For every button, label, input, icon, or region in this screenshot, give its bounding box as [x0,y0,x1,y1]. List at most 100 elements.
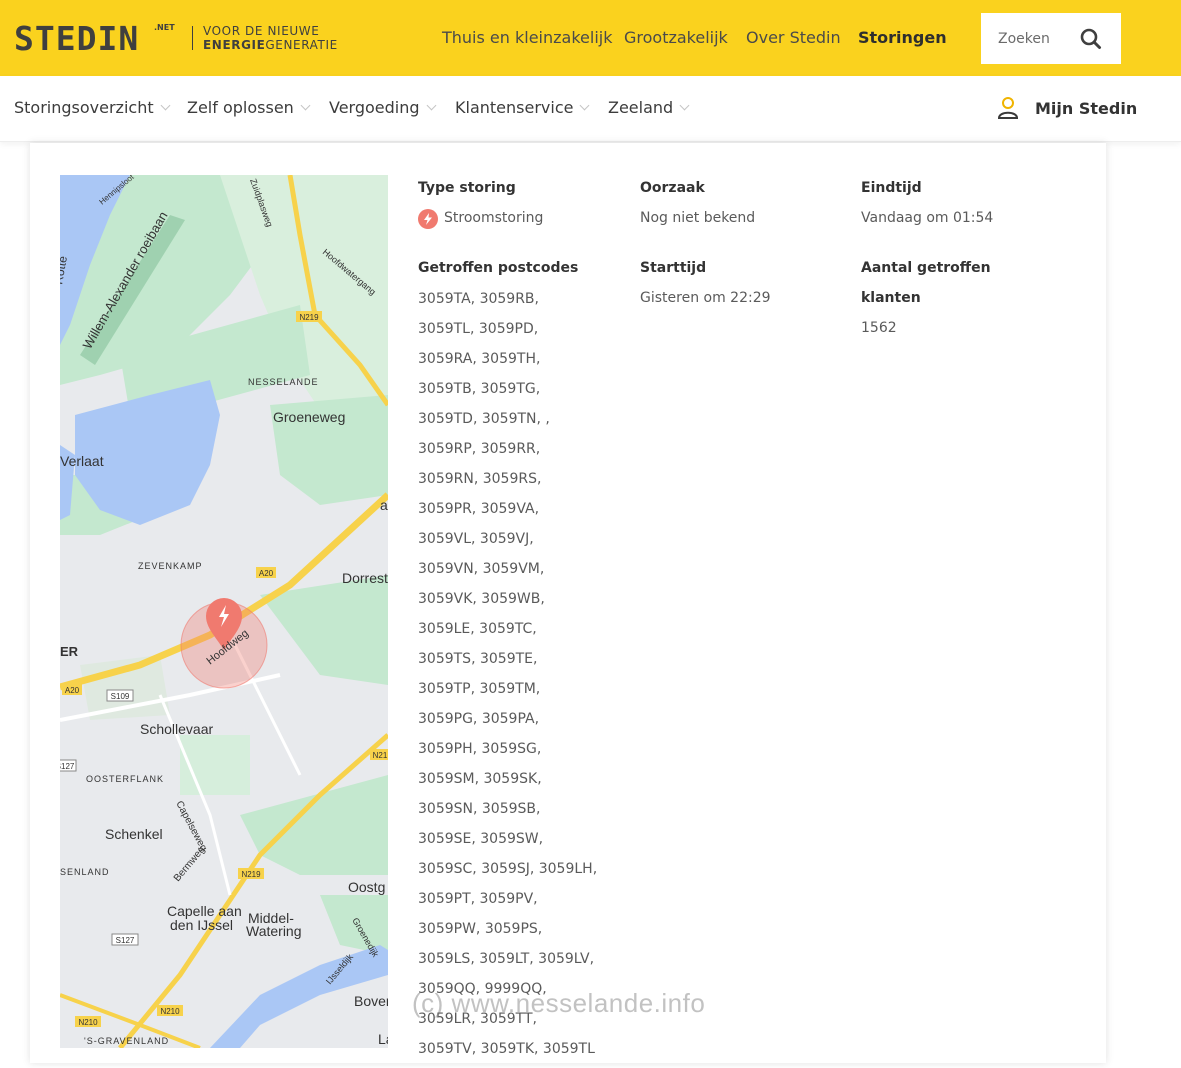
logo-divider [192,26,193,50]
top-bar: STEDIN .NET VOOR DE NIEUWE ENERGIEGENERA… [0,0,1181,76]
postcode-line: 3059VN, 3059VM, [418,561,545,577]
postcode-line: 3059TA, 3059RB, [418,291,539,307]
map-label-la: La [378,1031,388,1047]
subnav-label: Vergoeding [329,98,420,117]
chevron-down-icon [300,100,311,110]
svg-text:N219: N219 [241,870,261,879]
subnav-label: Zelf oplossen [187,98,294,117]
search-icon[interactable] [1077,25,1105,53]
starttijd-value: Gisteren om 22:29 [640,290,771,306]
nav-grootzakelijk[interactable]: Grootzakelijk [624,28,728,47]
svg-text:N21: N21 [373,751,388,760]
postcode-line: 3059PT, 3059PV, [418,891,538,907]
map-canvas: NESSELANDE Groeneweg Verlaat ZEVENKAMP D… [60,175,388,1048]
shield-a20-a: A20 [256,567,276,578]
nav-storingen[interactable]: Storingen [858,28,947,47]
eindtijd-label: Eindtijd [861,180,922,196]
chevron-down-icon [426,100,436,110]
svg-text:A20: A20 [65,686,80,695]
map-label-schollevaar: Schollevaar [140,721,213,737]
map-label-middel-2: Watering [246,923,302,939]
map-label-bover: Bover [354,993,388,1009]
user-icon [997,97,1019,119]
map-label-nesselande: NESSELANDE [248,377,319,387]
map-label-senland: SENLAND [60,867,110,877]
postcode-line: 3059TV, 3059TK, 3059TL [418,1041,595,1057]
postcode-line: 3059VK, 3059WB, [418,591,545,607]
postcode-line: 3059PH, 3059SG, [418,741,542,757]
type-storing-label: Type storing [418,180,516,196]
chevron-down-icon [160,100,171,110]
oorzaak-label: Oorzaak [640,180,705,196]
postcode-line: 3059SC, 3059SJ, 3059LH, [418,861,598,877]
svg-text:A20: A20 [259,569,274,578]
map-label-zevenkamp: ZEVENKAMP [138,561,203,571]
subnav-zelf-oplossen[interactable]: Zelf oplossen [187,98,311,117]
shield-s109: S109 [106,689,134,702]
postcode-line: 3059RP, 3059RR, [418,441,541,457]
shield-a20-b: A20 [62,684,82,695]
subnav-label: Zeeland [608,98,674,117]
shield-n219-b: N219 [238,868,264,879]
map-label-oosterflank: OOSTERFLANK [86,774,164,784]
stedin-logo[interactable]: STEDIN .NET VOOR DE NIEUWE ENERGIEGENERA… [14,18,337,58]
postcode-line: 3059TL, 3059PD, [418,321,539,337]
map-label-sgravenland: 'S-GRAVENLAND [84,1036,169,1046]
postcode-line: 3059LE, 3059TC, [418,621,537,637]
map-label-oostg: Oostg [348,879,385,895]
logo-net-suffix: .NET [154,23,175,32]
svg-text:N219: N219 [299,313,319,322]
subnav-zeeland[interactable]: Zeeland [608,98,690,117]
klanten-label-line-1: Aantal getroffen [861,260,991,276]
map-label-verlaat: Verlaat [60,453,104,469]
postcode-list: 3059TA, 3059RB, 3059TL, 3059PD, 3059RA, … [418,288,618,1068]
postcode-line: 3059VL, 3059VJ, [418,531,534,547]
svg-text:S127: S127 [60,762,75,771]
svg-text:S127: S127 [116,936,135,945]
postcode-line: 3059TB, 3059TG, [418,381,541,397]
watermark: (c) www.nesselande.info [412,988,706,1018]
starttijd-label: Starttijd [640,260,707,276]
mijn-stedin-label: Mijn Stedin [1035,98,1138,118]
postcode-line: 3059PR, 3059VA, [418,501,540,517]
klanten-value: 1562 [861,320,897,336]
chevron-down-icon [679,100,690,110]
map-label-groeneweg: Groeneweg [273,409,345,425]
subnav-klantenservice[interactable]: Klantenservice [455,98,590,117]
subnav-vergoeding[interactable]: Vergoeding [329,98,436,117]
klanten-label-line-2: klanten [861,290,921,306]
map-label-a: a [380,497,388,513]
svg-text:N210: N210 [78,1018,98,1027]
postcode-line: 3059RA, 3059TH, [418,351,541,367]
chevron-down-icon [580,100,590,110]
postcode-line: 3059PG, 3059PA, [418,711,540,727]
postcodes-label: Getroffen postcodes [418,260,579,276]
mijn-stedin-link[interactable]: Mijn Stedin [997,96,1137,120]
outage-map[interactable]: NESSELANDE Groeneweg Verlaat ZEVENKAMP D… [60,175,388,1048]
svg-text:N210: N210 [160,1007,180,1016]
secondary-nav: Storingsoverzicht Zelf oplossen Vergoedi… [0,76,1181,142]
postcode-line: 3059TD, 3059TN, , [418,411,550,427]
search-input[interactable] [981,13,1077,64]
postcode-line: 3059SE, 3059SW, [418,831,544,847]
nav-thuis-en-kleinzakelijk[interactable]: Thuis en kleinzakelijk [442,28,612,47]
nav-over-stedin[interactable]: Over Stedin [746,28,841,47]
map-label-capelle-2: den IJssel [170,917,233,933]
shield-n210-a: N210 [75,1016,101,1027]
postcode-line: 3059RN, 3059RS, [418,471,542,487]
subnav-label: Storingsoverzicht [14,98,154,117]
logo-tagline: VOOR DE NIEUWE ENERGIEGENERATIE [203,24,338,52]
shield-n210-b: N210 [157,1005,183,1016]
postcode-line: 3059LS, 3059LT, 3059LV, [418,951,595,967]
logo-wordmark: STEDIN [14,18,140,58]
type-storing-value: Stroomstoring [444,210,544,226]
tagline-rest: GENERATIE [265,38,338,52]
oorzaak-value: Nog niet bekend [640,210,756,226]
postcode-line: 3059SM, 3059SK, [418,771,542,787]
subnav-storingsoverzicht[interactable]: Storingsoverzicht [14,98,171,117]
lightning-bolt-icon [418,209,438,229]
svg-text:S109: S109 [111,692,130,701]
map-label-schenkel: Schenkel [105,826,163,842]
shield-s127-a: S127 [60,759,77,772]
tagline-line-1: VOOR DE NIEUWE [203,24,320,38]
